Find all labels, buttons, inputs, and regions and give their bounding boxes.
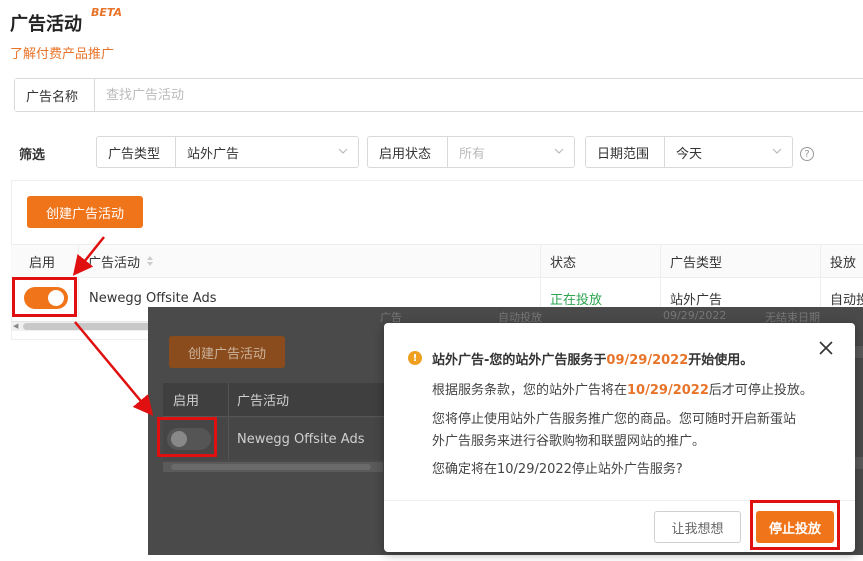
ad-type-filter-label: 广告类型 [97,137,176,167]
warning-icon: ! [408,351,422,365]
chevron-down-icon [338,148,348,154]
let-me-think-button[interactable]: 让我想想 [654,511,741,543]
column-header-campaign[interactable]: 广告活动 [79,245,541,277]
overlay-column-campaign: 广告活动 [237,394,290,409]
dialog-title-date: 09/29/2022 [606,353,689,368]
date-range-filter-label: 日期范围 [586,137,665,167]
overlay-strip-text: 09/29/2022 [663,309,727,322]
annotation-box-stop-button [750,500,840,550]
overlay-scrollbar [163,462,383,472]
column-header-status: 状态 [541,245,661,277]
page-title: 广告活动 [10,14,82,35]
dialog-title-prefix: 站外广告-您的站外广告服务于 [432,353,607,368]
overlay-campaign-name: Newegg Offsite Ads [237,431,365,447]
campaign-name-search: 广告名称 [14,78,863,112]
status-select[interactable]: 所有 [448,137,574,167]
ad-type-select[interactable]: 站外广告 [176,137,358,167]
column-header-ad-type: 广告类型 [661,245,821,277]
chevron-down-icon [554,148,564,154]
filter-label: 筛选 [19,148,46,163]
overlay-table-header: 启用 广告活动 [163,383,403,417]
date-range-selected-value: 今天 [676,146,703,162]
ad-type-selected-value: 站外广告 [187,146,240,162]
scroll-left-icon[interactable]: ◀ [13,322,18,330]
chevron-down-icon [772,148,782,154]
overlay-create-campaign-button: 创建广告活动 [169,336,285,368]
dialog-terms-suffix: 后才可停止投放。 [708,383,813,398]
create-campaign-button[interactable]: 创建广告活动 [27,196,143,228]
beta-badge: BETA [91,6,123,19]
dialog-title-suffix: 开始使用。 [688,353,754,368]
dialog-confirm-question: 您确定将在10/29/2022停止站外广告服务? [432,462,683,477]
dialog-body-line: 外广告服务来进行谷歌购物和联盟网站的推广。 [432,434,706,449]
status-filter[interactable]: 启用状态 所有 [367,136,575,168]
column-header-campaign-label: 广告活动 [88,255,141,271]
annotation-box-toggle-on [12,277,77,317]
dialog-terms-line: 根据服务条款，您的站外广告将在10/29/2022后才可停止投放。 [432,379,813,398]
dialog-terms-date: 10/29/2022 [627,383,709,398]
learn-paid-promotion-link[interactable]: 了解付费产品推广 [10,43,114,62]
status-filter-label: 启用状态 [368,137,448,167]
overlay-strip: 广告 自动投放 [298,307,548,324]
campaign-search-input[interactable] [95,79,863,111]
sort-icon[interactable] [146,255,154,267]
column-header-enabled: 启用 [11,245,79,277]
dialog-body-line: 您将停止使用站外广告服务推广您的商品。您可随时开启新蛋站 [432,412,797,427]
help-icon[interactable]: ? [800,147,814,161]
dialog-title: 站外广告-您的站外广告服务于09/29/2022开始使用。 [432,349,753,368]
annotation-box-toggle-off [157,417,217,457]
status-selected-value: 所有 [459,146,486,162]
campaign-name-label: 广告名称 [15,79,95,111]
ad-type-filter[interactable]: 广告类型 站外广告 [96,136,359,168]
close-icon[interactable] [819,341,833,355]
date-range-select[interactable]: 今天 [665,137,792,167]
column-header-delivery: 投放 [830,255,857,271]
date-range-filter[interactable]: 日期范围 今天 [585,136,793,168]
overlay-scrollbar-thumb [171,464,371,470]
table-header: 启用 广告活动 状态 广告类型 投放 [11,244,863,278]
overlay-column-enabled: 启用 [163,383,229,416]
dialog-terms-prefix: 根据服务条款，您的站外广告将在 [432,383,628,398]
